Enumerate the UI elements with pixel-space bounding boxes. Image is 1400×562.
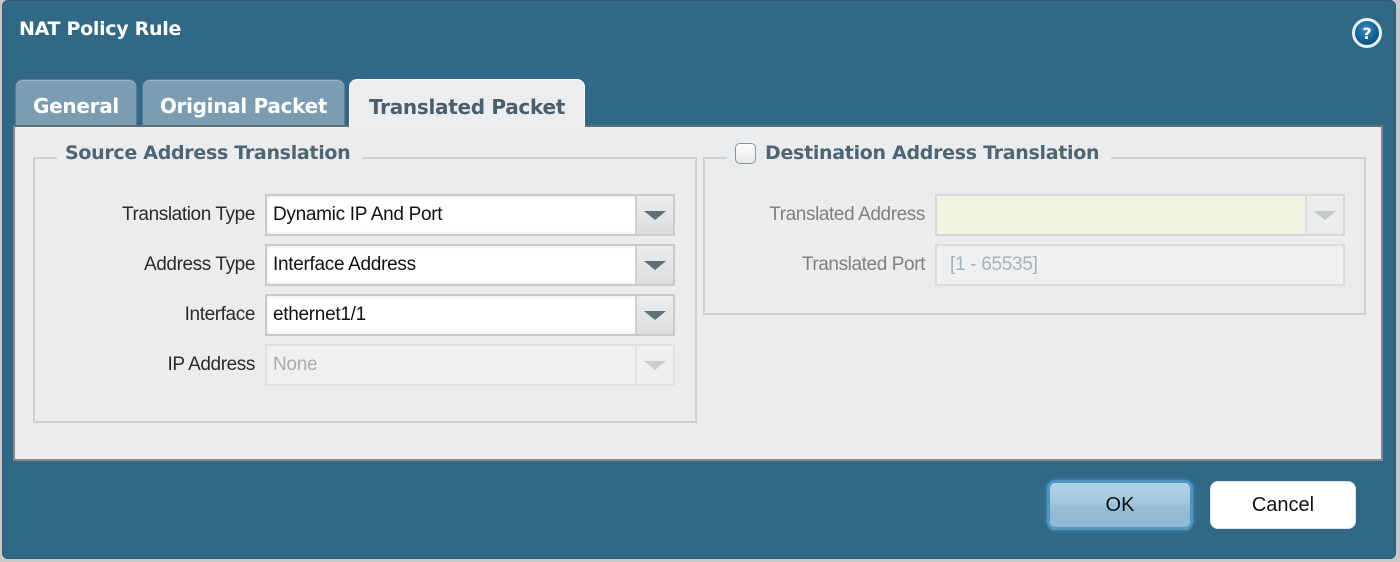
translated-port-label: Translated Port bbox=[801, 254, 926, 275]
cancel-button[interactable]: Cancel bbox=[1210, 481, 1356, 529]
interface-dropdown-button[interactable] bbox=[635, 296, 673, 334]
ip-address-label: IP Address bbox=[167, 354, 255, 375]
source-address-translation-group: Source Address Translation Translation T… bbox=[33, 142, 697, 423]
destination-translation-checkbox[interactable] bbox=[735, 142, 756, 164]
tab-translated-packet-label: Translated Packet bbox=[369, 94, 565, 119]
translated-address-select bbox=[935, 194, 1345, 236]
address-type-label: Address Type bbox=[143, 254, 255, 275]
translation-type-row: Translation Type Dynamic IP And Port bbox=[35, 194, 675, 236]
interface-select[interactable]: ethernet1/1 bbox=[265, 294, 675, 336]
tab-general-label: General bbox=[33, 93, 119, 118]
chevron-down-icon bbox=[644, 260, 666, 270]
destination-address-translation-group: Destination Address Translation Translat… bbox=[703, 142, 1366, 315]
translated-address-row: Translated Address bbox=[705, 194, 1345, 236]
ok-button[interactable]: OK bbox=[1047, 480, 1193, 530]
address-type-select[interactable]: Interface Address bbox=[265, 244, 675, 286]
chevron-down-icon bbox=[644, 310, 666, 320]
chevron-down-icon bbox=[644, 210, 666, 220]
tab-translated-packet[interactable]: Translated Packet bbox=[349, 79, 585, 129]
address-type-row: Address Type Interface Address bbox=[35, 244, 675, 286]
translated-address-label: Translated Address bbox=[769, 204, 925, 225]
translation-type-value: Dynamic IP And Port bbox=[273, 204, 443, 225]
translated-port-input: [1 - 65535] bbox=[935, 244, 1345, 286]
interface-label: Interface bbox=[184, 304, 256, 325]
ip-address-value: None bbox=[273, 354, 318, 375]
interface-value: ethernet1/1 bbox=[273, 304, 366, 325]
tab-original-packet-label: Original Packet bbox=[159, 93, 328, 118]
translated-address-dropdown-button bbox=[1305, 196, 1343, 234]
tab-general[interactable]: General bbox=[15, 79, 137, 127]
ip-address-dropdown-button bbox=[635, 346, 673, 384]
ip-address-select: None bbox=[265, 344, 675, 386]
translated-port-row: Translated Port [1 - 65535] bbox=[705, 244, 1345, 286]
nat-policy-rule-dialog: NAT Policy Rule ? General Original Packe… bbox=[2, 0, 1396, 559]
ip-address-row: IP Address None bbox=[35, 344, 675, 386]
source-legend-text: Source Address Translation bbox=[65, 142, 351, 164]
translation-type-dropdown-button[interactable] bbox=[635, 196, 673, 234]
chevron-down-icon bbox=[1314, 210, 1336, 220]
dialog-title: NAT Policy Rule bbox=[19, 18, 182, 40]
interface-row: Interface ethernet1/1 bbox=[35, 294, 675, 336]
destination-legend-text: Destination Address Translation bbox=[765, 142, 1100, 164]
chevron-down-icon bbox=[644, 360, 666, 370]
address-type-dropdown-button[interactable] bbox=[635, 246, 673, 284]
translated-packet-panel: Source Address Translation Translation T… bbox=[13, 125, 1383, 461]
tab-original-packet[interactable]: Original Packet bbox=[142, 79, 345, 127]
address-type-value: Interface Address bbox=[273, 254, 416, 275]
help-icon[interactable]: ? bbox=[1352, 18, 1382, 48]
destination-address-translation-legend: Destination Address Translation bbox=[727, 142, 1112, 164]
translation-type-select[interactable]: Dynamic IP And Port bbox=[265, 194, 675, 236]
source-address-translation-legend: Source Address Translation bbox=[57, 142, 363, 164]
translation-type-label: Translation Type bbox=[121, 204, 255, 225]
